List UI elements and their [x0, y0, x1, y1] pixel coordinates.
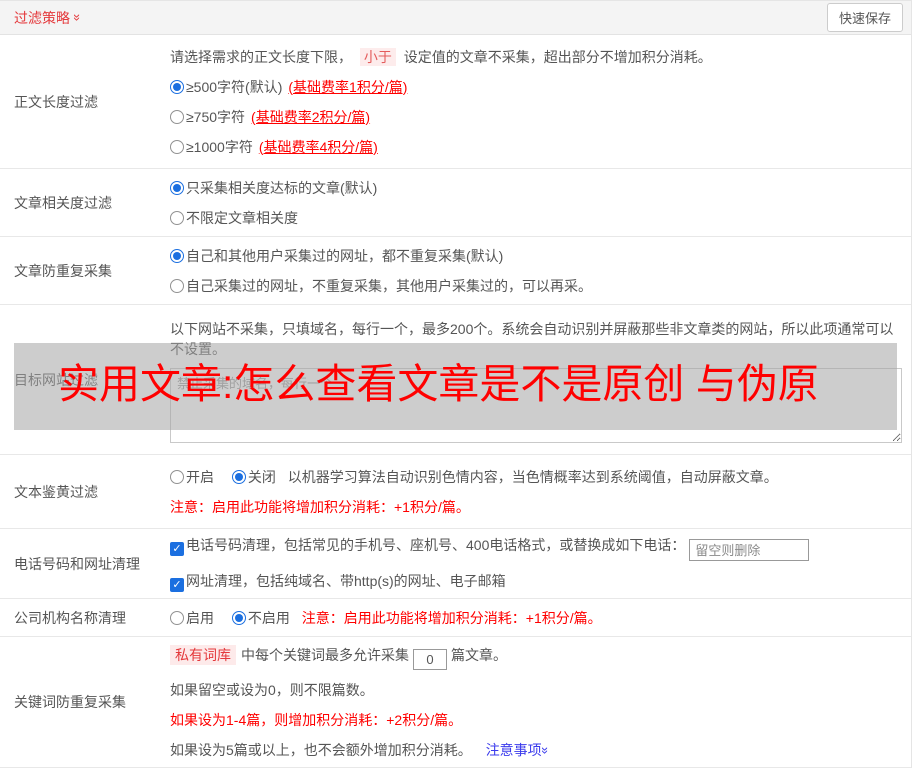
- porn-filter-options: 开启 关闭 以机器学习算法自动识别色情内容，当色情概率达到系统阈值，自动屏蔽文章…: [170, 467, 902, 487]
- notice-link-label: 注意事项: [485, 741, 542, 758]
- row-content: 请选择需求的正文长度下限， 小于 设定值的文章不采集，超出部分不增加积分消耗。 …: [170, 35, 911, 168]
- option-label: 自己采集过的网址，不重复采集，其他用户采集过的，可以再采。: [186, 277, 592, 294]
- option-label: ≥500字符(默认): [186, 78, 283, 95]
- filter-strategy-page: 过滤策略 » 快速保存 正文长度过滤 请选择需求的正文长度下限， 小于 设定值的…: [0, 0, 912, 768]
- company-cleanup-note: 注意：启用此功能将增加积分消耗：+1积分/篇。: [301, 609, 602, 626]
- row-anti-duplicate: 文章防重复采集 自己和其他用户采集过的网址，都不重复采集(默认) 自己采集过的网…: [0, 237, 911, 305]
- section-title-label: 过滤策略: [14, 9, 70, 26]
- intro-text-pre: 请选择需求的正文长度下限，: [170, 48, 352, 65]
- radio-porn-on[interactable]: [170, 469, 184, 484]
- less-than-badge: 小于: [359, 47, 396, 66]
- private-lexicon-link[interactable]: 私有词库: [170, 644, 236, 665]
- replacement-phone-input[interactable]: [689, 539, 810, 562]
- row-label: 公司机构名称清理: [14, 609, 126, 626]
- phone-cleanup-line: 电话号码清理，包括常见的手机号、座机号、400电话格式，或替换成如下电话：: [170, 535, 902, 562]
- option-label: 电话号码清理，包括常见的手机号、座机号、400电话格式，或替换成如下电话：: [186, 536, 686, 553]
- row-label: 电话号码和网址清理: [14, 555, 140, 572]
- watermark-text: 实用文章:怎么查看文章是不是原创 与伪原: [58, 361, 819, 407]
- length-option-750[interactable]: ≥750字符 (基础费率2积分/篇): [170, 107, 902, 127]
- row-content: 启用 不启用 注意：启用此功能将增加积分消耗：+1积分/篇。: [170, 599, 911, 636]
- porn-filter-desc: 以机器学习算法自动识别色情内容，当色情概率达到系统阈值，自动屏蔽文章。: [287, 468, 778, 485]
- row-content: 自己和其他用户采集过的网址，都不重复采集(默认) 自己采集过的网址，不重复采集，…: [170, 237, 911, 304]
- row-keyword-anti-duplicate: 关键词防重复采集 私有词库中每个关键词最多允许采集 篇文章。 如果留空或设为0，则…: [0, 637, 911, 768]
- dedupe-option-global[interactable]: 自己和其他用户采集过的网址，都不重复采集(默认): [170, 246, 902, 266]
- keyword-limit-text: 中每个关键词最多允许采集: [241, 646, 409, 663]
- option-label: ≥1000字符: [186, 138, 253, 155]
- row-company-name-cleanup: 公司机构名称清理 启用 不启用 注意：启用此功能将增加积分消耗：+1积分/篇。: [0, 599, 911, 637]
- row-label: 关键词防重复采集: [14, 694, 126, 710]
- row-content: 开启 关闭 以机器学习算法自动识别色情内容，当色情概率达到系统阈值，自动屏蔽文章…: [170, 455, 911, 528]
- url-cleanup-line: 网址清理，包括纯域名、带http(s)的网址、电子邮箱: [170, 571, 902, 593]
- radio-company-on[interactable]: [170, 610, 184, 625]
- radio-dedupe-global[interactable]: [170, 248, 184, 263]
- row-label: 文章相关度过滤: [14, 194, 112, 211]
- row-content: 电话号码清理，包括常见的手机号、座机号、400电话格式，或替换成如下电话： 网址…: [170, 529, 911, 598]
- keyword-note-zero: 如果留空或设为0，则不限篇数。: [170, 681, 374, 698]
- row-content: 私有词库中每个关键词最多允许采集 篇文章。 如果留空或设为0，则不限篇数。 如果设…: [170, 637, 911, 767]
- row-phone-url-cleanup: 电话号码和网址清理 电话号码清理，包括常见的手机号、座机号、400电话格式，或替…: [0, 529, 911, 599]
- radio-dedupe-self[interactable]: [170, 278, 184, 293]
- chevron-down-icon: »: [537, 746, 553, 754]
- length-filter-intro: 请选择需求的正文长度下限， 小于 设定值的文章不采集，超出部分不增加积分消耗。: [170, 47, 902, 67]
- row-porn-filter: 文本鉴黄过滤 开启 关闭 以机器学习算法自动识别色情内容，当色情概率达到系统阈值…: [0, 455, 911, 529]
- checkbox-url-cleanup[interactable]: [170, 578, 184, 593]
- row-content: 只采集相关度达标的文章(默认) 不限定文章相关度: [170, 169, 911, 236]
- option-label: 网址清理，包括纯域名、带http(s)的网址、电子邮箱: [186, 573, 506, 590]
- option-label: 自己和其他用户采集过的网址，都不重复采集(默认): [186, 247, 504, 264]
- radio-750-chars[interactable]: [170, 109, 184, 124]
- keyword-limit-line: 私有词库中每个关键词最多允许采集 篇文章。: [170, 644, 902, 670]
- option-label: 不启用: [247, 609, 290, 626]
- checkbox-phone-cleanup[interactable]: [170, 541, 184, 556]
- relevance-option-strict[interactable]: 只采集相关度达标的文章(默认): [170, 178, 902, 198]
- option-label: 只采集相关度达标的文章(默认): [186, 179, 378, 196]
- notice-link[interactable]: 注意事项»: [485, 741, 553, 758]
- keyword-note-five: 如果设为5篇或以上，也不会额外增加积分消耗。 注意事项»: [170, 740, 902, 760]
- fee-link-3[interactable]: (基础费率4积分/篇): [259, 139, 378, 155]
- radio-porn-off[interactable]: [231, 469, 246, 484]
- keyword-limit-text-post: 篇文章。: [451, 646, 507, 663]
- company-cleanup-options: 启用 不启用 注意：启用此功能将增加积分消耗：+1积分/篇。: [170, 608, 902, 628]
- length-option-500[interactable]: ≥500字符(默认) (基础费率1积分/篇): [170, 77, 902, 97]
- row-label: 文本鉴黄过滤: [14, 483, 98, 500]
- radio-relevance-any[interactable]: [170, 210, 184, 225]
- option-label: 开启: [186, 468, 214, 485]
- radio-company-off[interactable]: [231, 610, 246, 625]
- topbar: 过滤策略 » 快速保存: [0, 0, 911, 35]
- row-label: 文章防重复采集: [14, 262, 112, 279]
- relevance-option-any[interactable]: 不限定文章相关度: [170, 208, 902, 228]
- fee-link-2[interactable]: (基础费率2积分/篇): [251, 109, 370, 125]
- option-label: ≥750字符: [186, 108, 246, 125]
- option-label: 不限定文章相关度: [186, 209, 298, 226]
- quick-save-button[interactable]: 快速保存: [826, 3, 903, 32]
- dedupe-option-self[interactable]: 自己采集过的网址，不重复采集，其他用户采集过的，可以再采。: [170, 276, 902, 296]
- chevron-down-icon: »: [70, 13, 86, 22]
- keyword-note-five-text: 如果设为5篇或以上，也不会额外增加积分消耗。: [170, 741, 472, 758]
- row-label: 正文长度过滤: [14, 93, 98, 110]
- porn-filter-note: 注意：启用此功能将增加积分消耗：+1积分/篇。: [170, 498, 470, 515]
- row-relevance-filter: 文章相关度过滤 只采集相关度达标的文章(默认) 不限定文章相关度: [0, 169, 911, 237]
- radio-1000-chars[interactable]: [170, 139, 184, 154]
- keyword-count-input[interactable]: [413, 648, 447, 670]
- option-label: 启用: [186, 609, 214, 626]
- keyword-note-cost: 如果设为1-4篇，则增加积分消耗：+2积分/篇。: [170, 711, 463, 728]
- section-title-filter-strategy[interactable]: 过滤策略 »: [14, 8, 86, 28]
- radio-500-chars[interactable]: [170, 79, 184, 94]
- fee-link-1[interactable]: (基础费率1积分/篇): [288, 79, 407, 95]
- length-option-1000[interactable]: ≥1000字符 (基础费率4积分/篇): [170, 137, 902, 157]
- intro-text-post: 设定值的文章不采集，超出部分不增加积分消耗。: [403, 48, 712, 65]
- radio-relevance-strict[interactable]: [170, 180, 184, 195]
- row-text-length-filter: 正文长度过滤 请选择需求的正文长度下限， 小于 设定值的文章不采集，超出部分不增…: [0, 35, 911, 169]
- option-label: 关闭: [247, 468, 276, 485]
